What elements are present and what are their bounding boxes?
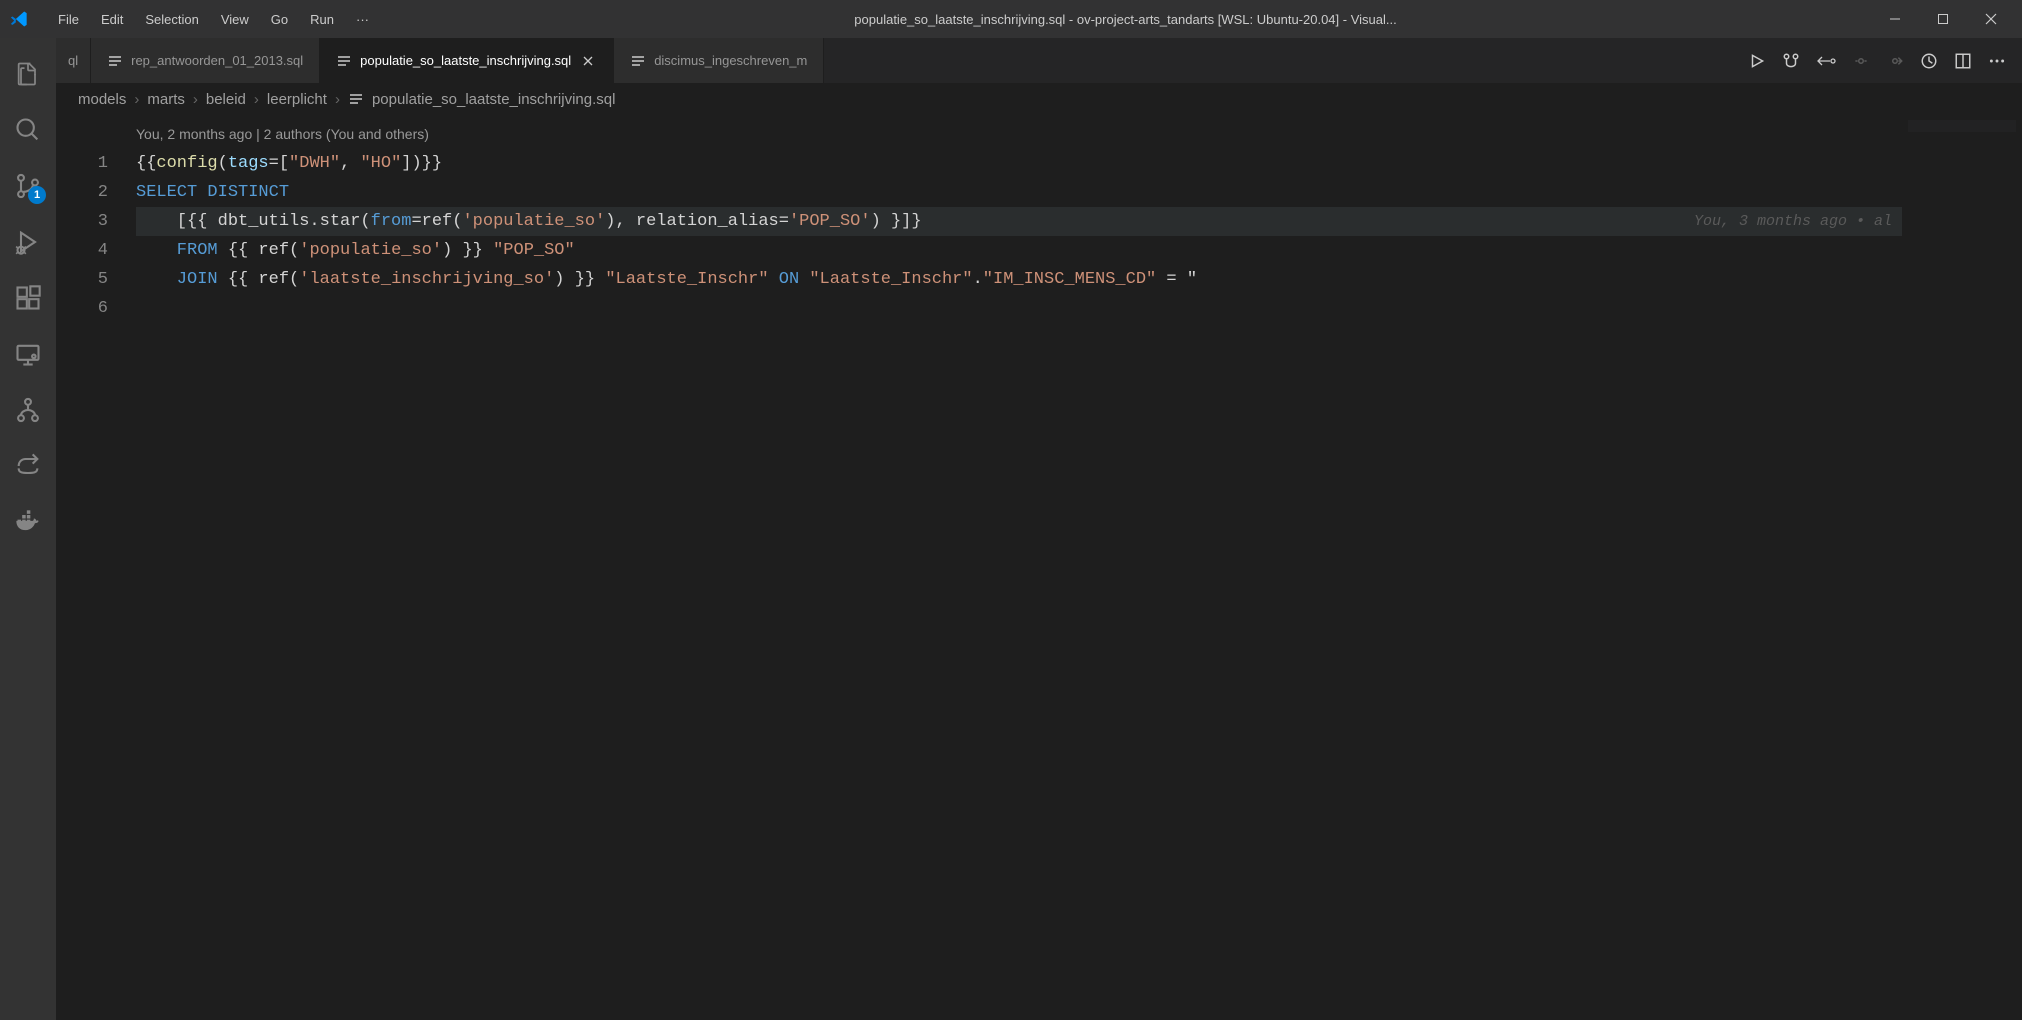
line-number: 2 xyxy=(56,178,108,207)
minimize-button[interactable] xyxy=(1872,0,1918,38)
more-actions-icon[interactable] xyxy=(1988,52,2006,70)
tab-rep-antwoorden[interactable]: rep_antwoorden_01_2013.sql xyxy=(91,38,320,83)
editor-area: ql rep_antwoorden_01_2013.sql populatie_… xyxy=(56,38,2022,1020)
activity-explorer[interactable] xyxy=(0,46,56,102)
codelens[interactable]: You, 2 months ago | 2 authors (You and o… xyxy=(136,120,1902,149)
activity-source-control[interactable]: 1 xyxy=(0,158,56,214)
code-line-2[interactable]: SELECT DISTINCT xyxy=(136,178,1902,207)
tab-label: discimus_ingeschreven_m xyxy=(654,53,807,68)
menu-selection[interactable]: Selection xyxy=(135,6,208,33)
line-numbers: 1 2 3 4 5 6 xyxy=(56,114,136,1020)
code-line-4[interactable]: FROM {{ ref('populatie_so') }} "POP_SO" xyxy=(136,236,1902,265)
sql-file-icon xyxy=(107,53,123,69)
tabs-bar: ql rep_antwoorden_01_2013.sql populatie_… xyxy=(56,38,2022,84)
code-line-5[interactable]: JOIN {{ ref('laatste_inschrijving_so') }… xyxy=(136,265,1902,294)
inline-git-blame: You, 3 months ago • al xyxy=(1694,207,1892,236)
sql-file-icon xyxy=(348,91,364,107)
editor-content[interactable]: 1 2 3 4 5 6 You, 2 months ago | 2 author… xyxy=(56,114,2022,1020)
menu-go[interactable]: Go xyxy=(261,6,298,33)
tab-populatie-so[interactable]: populatie_so_laatste_inschrijving.sql xyxy=(320,38,614,83)
prev-change-icon[interactable] xyxy=(1852,52,1870,70)
code-line-1[interactable]: {{config(tags=["DWH", "HO"])}} xyxy=(136,149,1902,178)
breadcrumb-marts[interactable]: marts xyxy=(147,91,185,108)
tab-label: rep_antwoorden_01_2013.sql xyxy=(131,53,303,68)
code-line-6[interactable] xyxy=(136,294,1902,323)
chevron-right-icon: › xyxy=(134,91,139,108)
activity-extensions[interactable] xyxy=(0,270,56,326)
tab-discimus[interactable]: discimus_ingeschreven_m xyxy=(614,38,824,83)
activity-share[interactable] xyxy=(0,438,56,494)
titlebar: File Edit Selection View Go Run ··· popu… xyxy=(0,0,2022,38)
line-number: 6 xyxy=(56,294,108,323)
breadcrumb-beleid[interactable]: beleid xyxy=(206,91,246,108)
next-change-icon[interactable] xyxy=(1886,52,1904,70)
dbt-icon[interactable] xyxy=(1920,52,1938,70)
activity-search[interactable] xyxy=(0,102,56,158)
line-number: 3 xyxy=(56,207,108,236)
chevron-right-icon: › xyxy=(193,91,198,108)
close-button[interactable] xyxy=(1968,0,2014,38)
activity-run-debug[interactable] xyxy=(0,214,56,270)
run-icon[interactable] xyxy=(1748,52,1766,70)
tab-overflow-indicator[interactable]: ql xyxy=(56,38,91,83)
activity-git-graph[interactable] xyxy=(0,382,56,438)
split-editor-icon[interactable] xyxy=(1954,52,1972,70)
breadcrumb-leerplicht[interactable]: leerplicht xyxy=(267,91,327,108)
line-number: 4 xyxy=(56,236,108,265)
chevron-right-icon: › xyxy=(254,91,259,108)
sql-file-icon xyxy=(630,53,646,69)
compare-icon[interactable] xyxy=(1782,52,1800,70)
menu-file[interactable]: File xyxy=(48,6,89,33)
menu-view[interactable]: View xyxy=(211,6,259,33)
activity-remote[interactable] xyxy=(0,326,56,382)
breadcrumb-file[interactable]: populatie_so_laatste_inschrijving.sql xyxy=(372,91,616,108)
menu-edit[interactable]: Edit xyxy=(91,6,133,33)
breadcrumbs: models › marts › beleid › leerplicht › p… xyxy=(56,84,2022,114)
editor-actions xyxy=(1732,38,2022,83)
sql-file-icon xyxy=(336,53,352,69)
minimap-content xyxy=(1908,120,2016,132)
maximize-button[interactable] xyxy=(1920,0,1966,38)
tab-close-icon[interactable] xyxy=(579,52,597,70)
main-layout: 1 ql rep_antwoorden_01_2013.sql xyxy=(0,38,2022,1020)
line-number: 5 xyxy=(56,265,108,294)
menu-more[interactable]: ··· xyxy=(346,6,379,33)
breadcrumb-models[interactable]: models xyxy=(78,91,126,108)
vscode-icon xyxy=(8,7,32,31)
menu-run[interactable]: Run xyxy=(300,6,344,33)
revert-icon[interactable] xyxy=(1816,52,1836,70)
scm-badge: 1 xyxy=(28,186,46,204)
code-area[interactable]: You, 2 months ago | 2 authors (You and o… xyxy=(136,114,1902,1020)
activity-docker[interactable] xyxy=(0,494,56,550)
activity-bar: 1 xyxy=(0,38,56,1020)
tab-label: populatie_so_laatste_inschrijving.sql xyxy=(360,53,571,68)
window-title: populatie_so_laatste_inschrijving.sql - … xyxy=(379,12,1872,27)
chevron-right-icon: › xyxy=(335,91,340,108)
line-number: 1 xyxy=(56,149,108,178)
minimap[interactable] xyxy=(1902,114,2022,1020)
code-line-3[interactable]: [{{ dbt_utils.star(from=ref('populatie_s… xyxy=(136,207,1902,236)
menu-bar: File Edit Selection View Go Run ··· xyxy=(48,6,379,33)
window-controls xyxy=(1872,0,2014,38)
